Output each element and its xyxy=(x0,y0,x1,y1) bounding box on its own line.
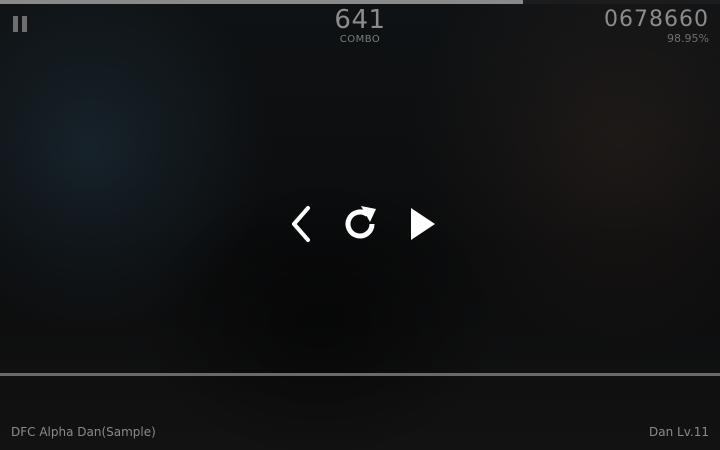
judgement-line xyxy=(0,373,720,376)
resume-button[interactable] xyxy=(400,200,444,248)
pause-icon xyxy=(13,16,18,32)
combo-label: COMBO xyxy=(339,34,381,45)
play-icon xyxy=(411,208,435,240)
retry-button[interactable] xyxy=(338,200,382,248)
song-progress-bar xyxy=(0,0,720,4)
restart-icon xyxy=(345,206,376,239)
pause-icon-bar xyxy=(22,16,27,32)
combo-count: 641 xyxy=(334,5,386,35)
combo-display: 641 COMBO xyxy=(300,6,420,46)
accuracy-value: 98.95% xyxy=(667,32,709,45)
pause-button[interactable] xyxy=(11,14,31,34)
pause-menu-controls xyxy=(280,200,440,250)
score-value: 0678660 xyxy=(604,7,709,32)
song-title: DFC Alpha Dan(Sample) xyxy=(11,425,156,439)
chevron-left-icon xyxy=(292,206,310,242)
song-level: Dan Lv.11 xyxy=(649,425,709,439)
song-progress-fill xyxy=(0,0,524,4)
game-screen: 641 COMBO 0678660 98.95% DFC Alpha Dan(S… xyxy=(0,0,720,450)
back-button[interactable] xyxy=(280,200,324,248)
score-display: 0678660 98.95% xyxy=(509,8,709,46)
